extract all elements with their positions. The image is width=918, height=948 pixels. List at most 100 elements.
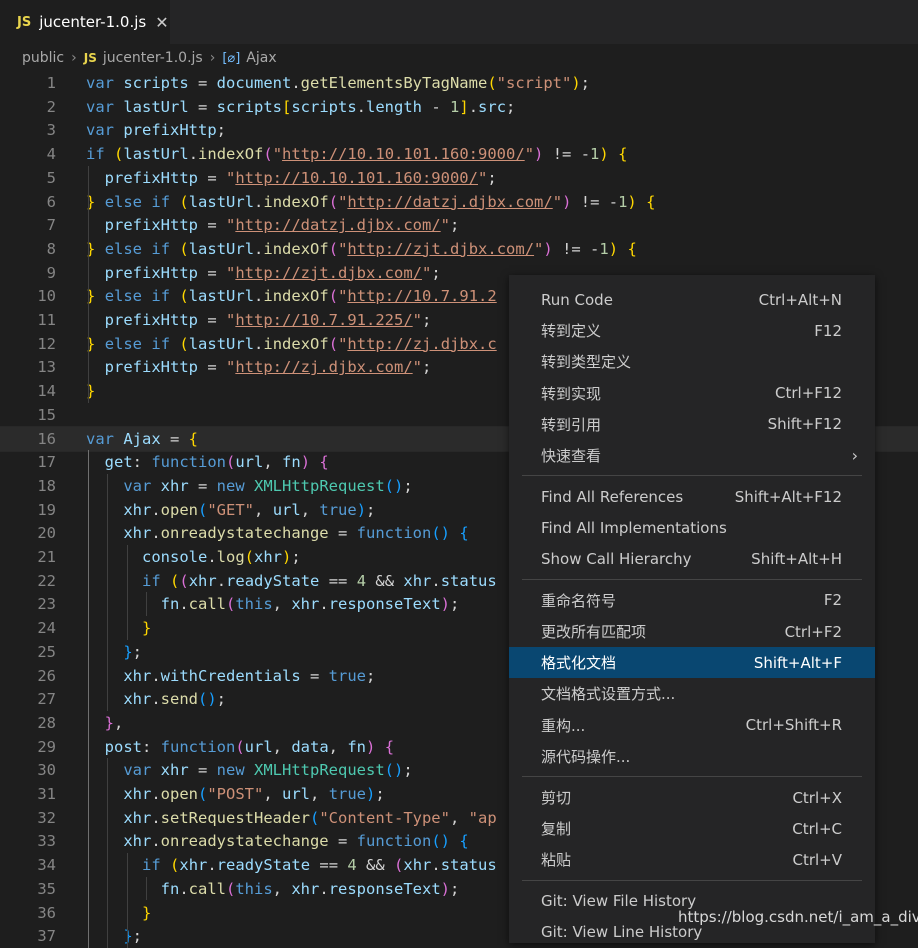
code-line[interactable]: 2 var lastUrl = scripts[scripts.length - … [0, 95, 918, 119]
line-number: 2 [46, 97, 56, 116]
code-token: fn [347, 737, 367, 756]
breadcrumb-symbol[interactable]: Ajax [246, 50, 276, 66]
menu-item[interactable]: 转到类型定义 [509, 346, 875, 377]
menu-separator [522, 879, 862, 881]
code-token: http://10.7.91.2 [347, 287, 497, 306]
code-line[interactable]: 7 prefixHttp = "http://datzj.djbx.com/"; [0, 213, 918, 237]
menu-item[interactable]: 转到定义 F12 [509, 315, 875, 346]
menu-separator [522, 475, 862, 477]
code-token: prefixHttp [104, 358, 198, 377]
menu-item[interactable]: 快速查看 › [509, 440, 875, 471]
code-token: ( [328, 192, 339, 211]
code-token: responseText [328, 595, 441, 614]
code-token: . [151, 832, 161, 851]
menu-item[interactable]: 文档格式设置方式... [509, 678, 875, 709]
code-token: ) [608, 239, 619, 258]
code-line[interactable]: 8} else if (lastUrl.indexOf("http://zjt.… [0, 237, 918, 261]
menu-item[interactable]: 重命名符号 F2 [509, 585, 875, 616]
code-token: ( [328, 239, 339, 258]
menu-item-label: 转到类型定义 [541, 353, 632, 372]
editor-tab-jucenter[interactable]: JS jucenter-1.0.js ✕ [0, 0, 170, 44]
code-line[interactable]: 6} else if (lastUrl.indexOf("http://datz… [0, 190, 918, 214]
menu-item[interactable]: 格式化文档 Shift+Alt+F [509, 647, 875, 679]
menu-item[interactable]: 剪切 Ctrl+X [509, 782, 875, 813]
code-token: http://10.7.91.225/ [235, 311, 413, 329]
line-number: 29 [37, 737, 56, 756]
code-token: . [151, 690, 161, 709]
menu-item[interactable]: 源代码操作... [509, 741, 875, 772]
menu-item[interactable]: 复制 Ctrl+C [509, 813, 875, 844]
menu-item-shortcut: Ctrl+V [792, 850, 842, 869]
code-line[interactable]: 5 prefixHttp = "http://10.10.101.160:900… [0, 166, 918, 190]
code-text: var Ajax = { [86, 430, 198, 448]
code-token: call [188, 879, 226, 898]
line-number: 4 [46, 145, 56, 164]
code-token: log [216, 548, 245, 566]
code-token: readyState [226, 571, 320, 590]
menu-item[interactable]: Find All References Shift+Alt+F12 [509, 481, 875, 512]
breadcrumb-file[interactable]: jucenter-1.0.js [103, 50, 203, 66]
code-token: } [142, 619, 152, 638]
code-token: this [235, 595, 273, 614]
code-text: var lastUrl = scripts[scripts.length - 1… [86, 98, 515, 116]
code-token: " [338, 334, 348, 353]
code-token: "Content-Type" [319, 808, 450, 827]
menu-item[interactable]: 更改所有匹配项 Ctrl+F2 [509, 616, 875, 647]
code-token: . [291, 74, 301, 92]
menu-item-label: 重命名符号 [541, 591, 617, 610]
menu-item[interactable]: 重构... Ctrl+Shift+R [509, 710, 875, 741]
code-token: " [226, 358, 236, 377]
code-token: . [207, 856, 217, 875]
code-token: , [449, 808, 469, 827]
code-token: xhr [123, 690, 152, 709]
code-token: ( [309, 808, 320, 827]
line-number: 31 [37, 785, 56, 803]
breadcrumb-folder[interactable]: public [22, 50, 64, 66]
code-token: ; [450, 595, 460, 614]
menu-item[interactable]: Show Call Hierarchy Shift+Alt+H [509, 544, 875, 575]
menu-item-shortcut: Shift+Alt+H [751, 550, 842, 569]
code-line[interactable]: 4 if (lastUrl.indexOf("http://10.10.101.1… [0, 142, 918, 166]
code-token: . [151, 666, 161, 685]
menu-item-label: 文档格式设置方式... [541, 685, 676, 704]
code-token: ( [179, 571, 189, 590]
menu-item[interactable]: 转到引用 Shift+F12 [509, 409, 875, 440]
line-number: 26 [37, 666, 56, 685]
code-text: fn.call(this, xhr.responseText); [86, 595, 460, 614]
code-text: } else if (lastUrl.indexOf("http://zjt.d… [86, 240, 637, 258]
line-number: 33 [37, 832, 56, 851]
close-icon[interactable]: ✕ [155, 13, 168, 32]
code-token: ) [300, 453, 311, 472]
menu-item[interactable]: Run Code Ctrl+Alt+N [509, 284, 875, 315]
code-token: () [198, 690, 217, 709]
menu-item[interactable]: Find All Implementations [509, 512, 875, 543]
code-token: function [151, 453, 226, 472]
code-token: http://zjt.djbx.com/ [347, 239, 535, 258]
code-line[interactable]: 1 var scripts = document.getElementsByTag… [0, 71, 918, 95]
line-number: 19 [37, 500, 56, 519]
code-token: var [123, 761, 152, 780]
code-text: } [86, 904, 151, 922]
code-token: ) [282, 548, 292, 566]
code-token: ( [328, 334, 339, 353]
code-token: " [226, 216, 236, 235]
code-token: . [254, 334, 264, 353]
menu-item-label: 重构... [541, 716, 586, 735]
menu-item[interactable]: 粘贴 Ctrl+V [509, 844, 875, 875]
code-token: if [151, 287, 171, 306]
code-token: http://10.10.101.160:9000/ [235, 168, 478, 187]
code-token: ; [580, 74, 590, 92]
menu-item-label: 复制 [541, 820, 572, 839]
code-token: { [384, 737, 395, 756]
code-line[interactable]: 3 var prefixHttp; [0, 118, 918, 142]
menu-item[interactable]: 转到实现 Ctrl+F12 [509, 378, 875, 409]
code-token: 1 [590, 145, 600, 164]
line-number: 18 [37, 476, 56, 495]
